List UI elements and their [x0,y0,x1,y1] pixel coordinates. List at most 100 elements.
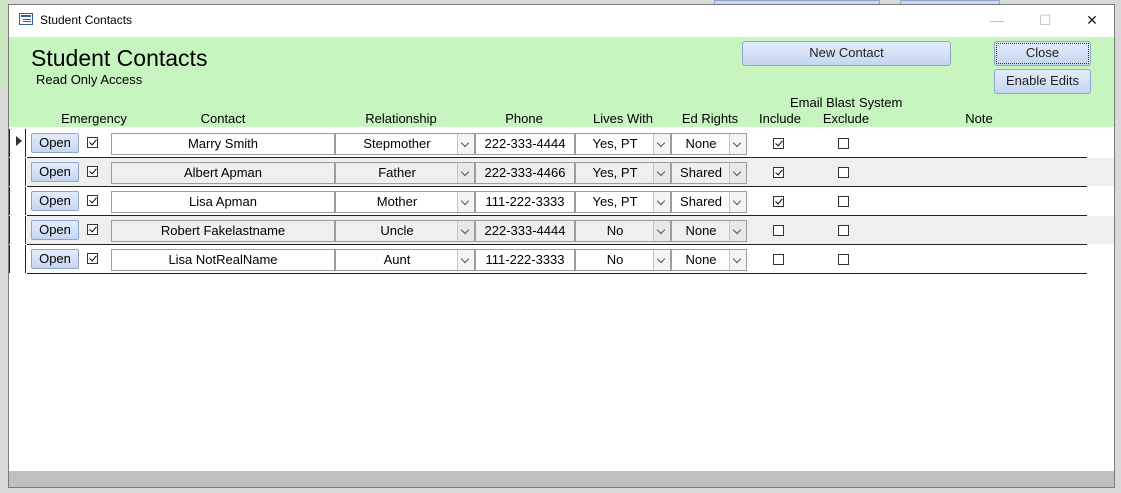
lives-with-select[interactable]: Yes, PT [575,133,671,155]
lives-with-select[interactable]: No [575,220,671,242]
form-icon [19,13,33,25]
emergency-checkbox[interactable] [87,195,98,206]
column-header-email-blast: Email Blast [789,95,855,110]
ed-rights-select[interactable]: Shared [671,191,747,213]
enable-edits-button[interactable]: Enable Edits [994,69,1091,94]
ed-rights-value: Shared [680,165,722,180]
relationship-value: Uncle [380,223,414,238]
record-selector[interactable] [9,158,26,186]
contact-name-field[interactable]: Marry Smith [111,133,335,155]
emergency-checkbox[interactable] [87,224,98,235]
ed-rights-select[interactable]: None [671,220,747,242]
chevron-down-icon[interactable] [457,250,474,270]
email-include-checkbox[interactable] [773,167,784,178]
relationship-value: Stepmother [363,136,431,151]
email-include-checkbox[interactable] [773,225,784,236]
note-field[interactable] [889,133,1079,155]
lives-with-value: No [606,252,624,267]
phone-field[interactable]: 222-333-4444 [475,220,575,242]
ed-rights-select[interactable]: Shared [671,162,747,184]
window-title: Student Contacts [40,13,133,27]
ed-rights-value: None [685,223,717,238]
chevron-down-icon[interactable] [457,163,474,183]
emergency-checkbox[interactable] [87,137,98,148]
system-exclude-checkbox[interactable] [838,225,849,236]
current-record-icon [16,136,22,146]
record-selector[interactable] [9,129,26,157]
email-include-checkbox[interactable] [773,138,784,149]
chevron-down-icon[interactable] [653,250,670,270]
system-exclude-checkbox[interactable] [838,167,849,178]
table-row: Open Lisa NotRealName Aunt 111-222-3333 … [9,245,1114,274]
column-header-phone: Phone [505,111,543,126]
record-selector[interactable] [9,216,26,244]
ed-rights-select[interactable]: None [671,133,747,155]
phone-field[interactable]: 222-333-4466 [475,162,575,184]
column-header-system: System [859,95,903,110]
phone-field[interactable]: 222-333-4444 [475,133,575,155]
close-button[interactable]: Close [994,41,1091,66]
table-row: Open Albert Apman Father 222-333-4466 Ye… [9,158,1114,187]
system-exclude-checkbox[interactable] [838,254,849,265]
phone-field[interactable]: 111-222-3333 [475,191,575,213]
table-row: Open Robert Fakelastname Uncle 222-333-4… [9,216,1114,245]
phone-field[interactable]: 111-222-3333 [475,249,575,271]
contact-name-field[interactable]: Albert Apman [111,162,335,184]
record-selector[interactable] [9,245,26,273]
contact-name-field[interactable]: Lisa Apman [111,191,335,213]
note-field[interactable] [889,191,1079,213]
maximize-icon: ☐ [1038,12,1052,28]
lives-with-select[interactable]: Yes, PT [575,162,671,184]
chevron-down-icon[interactable] [729,163,746,183]
chevron-down-icon[interactable] [457,221,474,241]
system-exclude-checkbox[interactable] [838,138,849,149]
chevron-down-icon[interactable] [729,192,746,212]
column-header-note: Note [965,111,993,126]
ed-rights-value: None [685,252,717,267]
chevron-down-icon[interactable] [653,163,670,183]
note-field[interactable] [889,249,1079,271]
chevron-down-icon[interactable] [653,134,670,154]
emergency-checkbox[interactable] [87,253,98,264]
student-contacts-window: Student Contacts — ☐ ✕ Student Contacts … [8,4,1115,488]
chevron-down-icon[interactable] [729,221,746,241]
ed-rights-select[interactable]: None [671,249,747,271]
open-contact-button[interactable]: Open [31,191,79,211]
relationship-select[interactable]: Mother [335,191,475,213]
open-contact-button[interactable]: Open [31,220,79,240]
relationship-value: Mother [376,194,418,209]
new-contact-button[interactable]: New Contact [742,41,951,66]
contact-name-field[interactable]: Robert Fakelastname [111,220,335,242]
relationship-select[interactable]: Aunt [335,249,475,271]
relationship-select[interactable]: Father [335,162,475,184]
note-field[interactable] [889,220,1079,242]
title-bar: Student Contacts — ☐ ✕ [9,5,1114,37]
lives-with-select[interactable]: Yes, PT [575,191,671,213]
row-divider [27,273,1087,274]
email-include-checkbox[interactable] [773,254,784,265]
emergency-checkbox[interactable] [87,166,98,177]
system-exclude-checkbox[interactable] [838,196,849,207]
contact-name-field[interactable]: Lisa NotRealName [111,249,335,271]
record-selector[interactable] [9,187,26,215]
chevron-down-icon[interactable] [457,134,474,154]
note-field[interactable] [889,162,1079,184]
chevron-down-icon[interactable] [457,192,474,212]
lives-with-value: No [606,223,624,238]
chevron-down-icon[interactable] [653,221,670,241]
open-contact-button[interactable]: Open [31,249,79,269]
chevron-down-icon[interactable] [729,134,746,154]
relationship-value: Father [378,165,416,180]
open-contact-button[interactable]: Open [31,133,79,153]
email-include-checkbox[interactable] [773,196,784,207]
chevron-down-icon[interactable] [729,250,746,270]
close-window-icon[interactable]: ✕ [1069,5,1114,37]
relationship-select[interactable]: Uncle [335,220,475,242]
chevron-down-icon[interactable] [653,192,670,212]
lives-with-value: Yes, PT [592,136,638,151]
minimize-icon[interactable]: — [974,5,1020,37]
lives-with-select[interactable]: No [575,249,671,271]
status-bar [9,471,1114,487]
open-contact-button[interactable]: Open [31,162,79,182]
relationship-select[interactable]: Stepmother [335,133,475,155]
